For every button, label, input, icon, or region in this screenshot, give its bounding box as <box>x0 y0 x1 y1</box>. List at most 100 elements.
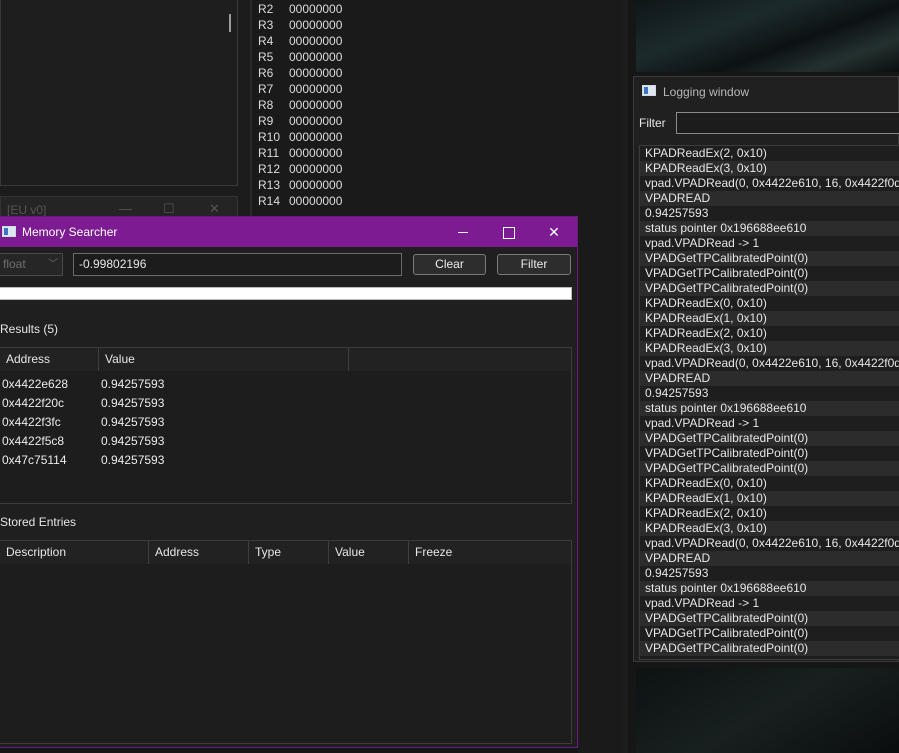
log-line: VPADREAD <box>640 191 899 206</box>
stored-entries-header: Description Address Type Value Freeze <box>0 541 571 564</box>
register-name: R6 <box>258 66 274 80</box>
register-name: R10 <box>258 130 281 144</box>
app-window-icon <box>2 226 16 237</box>
log-line: VPADGetTPCalibratedPoint(0) <box>645 446 809 460</box>
log-line: KPADReadEx(1, 0x10) <box>640 491 899 506</box>
stored-entries-title: Stored Entries <box>0 515 77 529</box>
register-value: 00000000 <box>289 2 343 16</box>
log-line: KPADReadEx(3, 0x10) <box>640 161 899 176</box>
result-address: 0x4422f20c <box>2 396 65 410</box>
log-line: KPADReadEx(2, 0x10) <box>645 326 767 340</box>
panel-scrollbar[interactable] <box>229 14 231 32</box>
register-row: R13 00000000 <box>258 178 342 194</box>
register-name: R7 <box>258 82 274 96</box>
log-line: VPADGetTPCalibratedPoint(0) <box>640 641 899 656</box>
column-header-value[interactable]: Value <box>99 348 349 371</box>
maximize-button[interactable] <box>485 217 531 247</box>
column-header-value[interactable]: Value <box>329 541 409 564</box>
type-select[interactable]: float ﹀ <box>0 253 63 276</box>
result-address: 0x47c75114 <box>2 453 67 467</box>
log-line: VPADGetTPCalibratedPoint(0) <box>640 611 899 626</box>
register-value: 00000000 <box>289 34 343 48</box>
column-header-description[interactable]: Description <box>0 541 149 564</box>
table-row[interactable]: 0x4422f5c8 0.94257593 <box>0 432 571 451</box>
clear-button[interactable]: Clear <box>413 254 486 275</box>
filter-button[interactable]: Filter <box>497 254 571 275</box>
column-header-address[interactable]: Address <box>0 348 99 371</box>
log-line: 0.94257593 <box>645 566 709 580</box>
register-row: R2 00000000 <box>258 2 342 18</box>
close-button[interactable]: ✕ <box>531 217 577 247</box>
register-row: R3 00000000 <box>258 18 342 34</box>
log-line: vpad.VPADRead -> 1 <box>645 596 760 610</box>
log-filter-input[interactable] <box>676 112 899 134</box>
logging-window-title: Logging window <box>663 85 750 99</box>
register-row: R6 00000000 <box>258 66 342 82</box>
column-header-type[interactable]: Type <box>249 541 329 564</box>
minimize-button[interactable] <box>440 217 486 247</box>
background-window-title: [EU v0] <box>7 203 47 217</box>
maximize-icon[interactable]: ☐ <box>163 201 175 217</box>
table-row[interactable]: 0x4422f20c 0.94257593 <box>0 394 571 413</box>
table-row[interactable]: 0x47c75114 0.94257593 <box>0 451 571 470</box>
result-value: 0.94257593 <box>101 377 165 391</box>
log-line: KPADReadEx(2, 0x10) <box>645 506 767 520</box>
register-row: R7 00000000 <box>258 82 342 98</box>
register-value: 00000000 <box>289 66 343 80</box>
log-line: vpad.VPADRead -> 1 <box>645 236 760 250</box>
register-name: R12 <box>258 162 281 176</box>
memory-searcher-titlebar[interactable]: Memory Searcher ✕ <box>0 217 577 247</box>
register-row: R10 00000000 <box>258 130 342 146</box>
register-value: 00000000 <box>289 178 343 192</box>
register-value: 00000000 <box>289 162 343 176</box>
log-line: status pointer 0x196688ee610 <box>640 581 899 596</box>
stored-entries-table[interactable]: Description Address Type Value Freeze <box>0 540 572 744</box>
log-line: vpad.VPADRead -> 1 <box>645 416 760 430</box>
register-name: R4 <box>258 34 274 48</box>
results-title: Results (5) <box>0 322 59 336</box>
register-value: 00000000 <box>289 82 343 96</box>
table-row[interactable]: 0x4422e628 0.94257593 <box>0 375 571 394</box>
register-value: 00000000 <box>289 98 343 112</box>
results-body: 0x4422e628 0.94257593 0x4422f20c 0.94257593… <box>0 371 571 470</box>
register-name: R9 <box>258 114 274 128</box>
log-line: status pointer 0x196688ee610 <box>640 401 899 416</box>
close-icon[interactable]: ✕ <box>209 201 220 217</box>
column-header-freeze[interactable]: Freeze <box>409 541 571 564</box>
log-line: VPADGetTPCalibratedPoint(0) <box>645 626 809 640</box>
wallpaper <box>636 668 899 753</box>
log-line: KPADReadEx(1, 0x10) <box>640 311 899 326</box>
log-line: vpad.VPADRead(0, 0x4422e610, 16, 0x4422f… <box>645 176 899 190</box>
column-header-address[interactable]: Address <box>149 541 249 564</box>
register-row: R14 00000000 <box>258 194 342 210</box>
register-value: 00000000 <box>289 114 343 128</box>
results-table[interactable]: Address Value 0x4422e628 0.94257593 0x4422… <box>0 347 572 504</box>
minimize-icon[interactable]: — <box>119 201 132 216</box>
log-list[interactable]: KPADReadEx(2, 0x10) KPADReadEx(3, 0x10) vp… <box>639 145 899 660</box>
register-value: 00000000 <box>289 18 343 32</box>
results-header: Address Value <box>0 348 571 371</box>
log-line: VPADGetTPCalibratedPoint(0) <box>645 266 809 280</box>
log-line: KPADReadEx(0, 0x10) <box>645 476 767 490</box>
result-value: 0.94257593 <box>101 434 165 448</box>
register-name: R14 <box>258 194 281 208</box>
result-value: 0.94257593 <box>101 415 165 429</box>
search-progress-bar <box>0 287 572 300</box>
log-line: KPADReadEx(3, 0x10) <box>640 521 899 536</box>
table-row[interactable]: 0x4422f3fc 0.94257593 <box>0 413 571 432</box>
register-name: R2 <box>258 2 274 16</box>
log-line: KPADReadEx(3, 0x10) <box>640 341 899 356</box>
memory-searcher-title: Memory Searcher <box>22 225 118 239</box>
type-select-value: float <box>3 257 26 271</box>
register-row: R4 00000000 <box>258 34 342 50</box>
register-value: 00000000 <box>289 50 343 64</box>
app-window-icon <box>642 85 656 96</box>
logging-titlebar[interactable]: Logging window <box>634 77 898 107</box>
log-line: vpad.VPADRead(0, 0x4422e610, 16, 0x4422f… <box>645 536 899 550</box>
register-name: R5 <box>258 50 274 64</box>
register-value: 00000000 <box>289 130 343 144</box>
register-row: R5 00000000 <box>258 50 342 66</box>
search-value-input[interactable]: -0.99802196 <box>73 253 402 276</box>
log-line: 0.94257593 <box>645 206 709 220</box>
log-line: VPADGetTPCalibratedPoint(0) <box>640 281 899 296</box>
